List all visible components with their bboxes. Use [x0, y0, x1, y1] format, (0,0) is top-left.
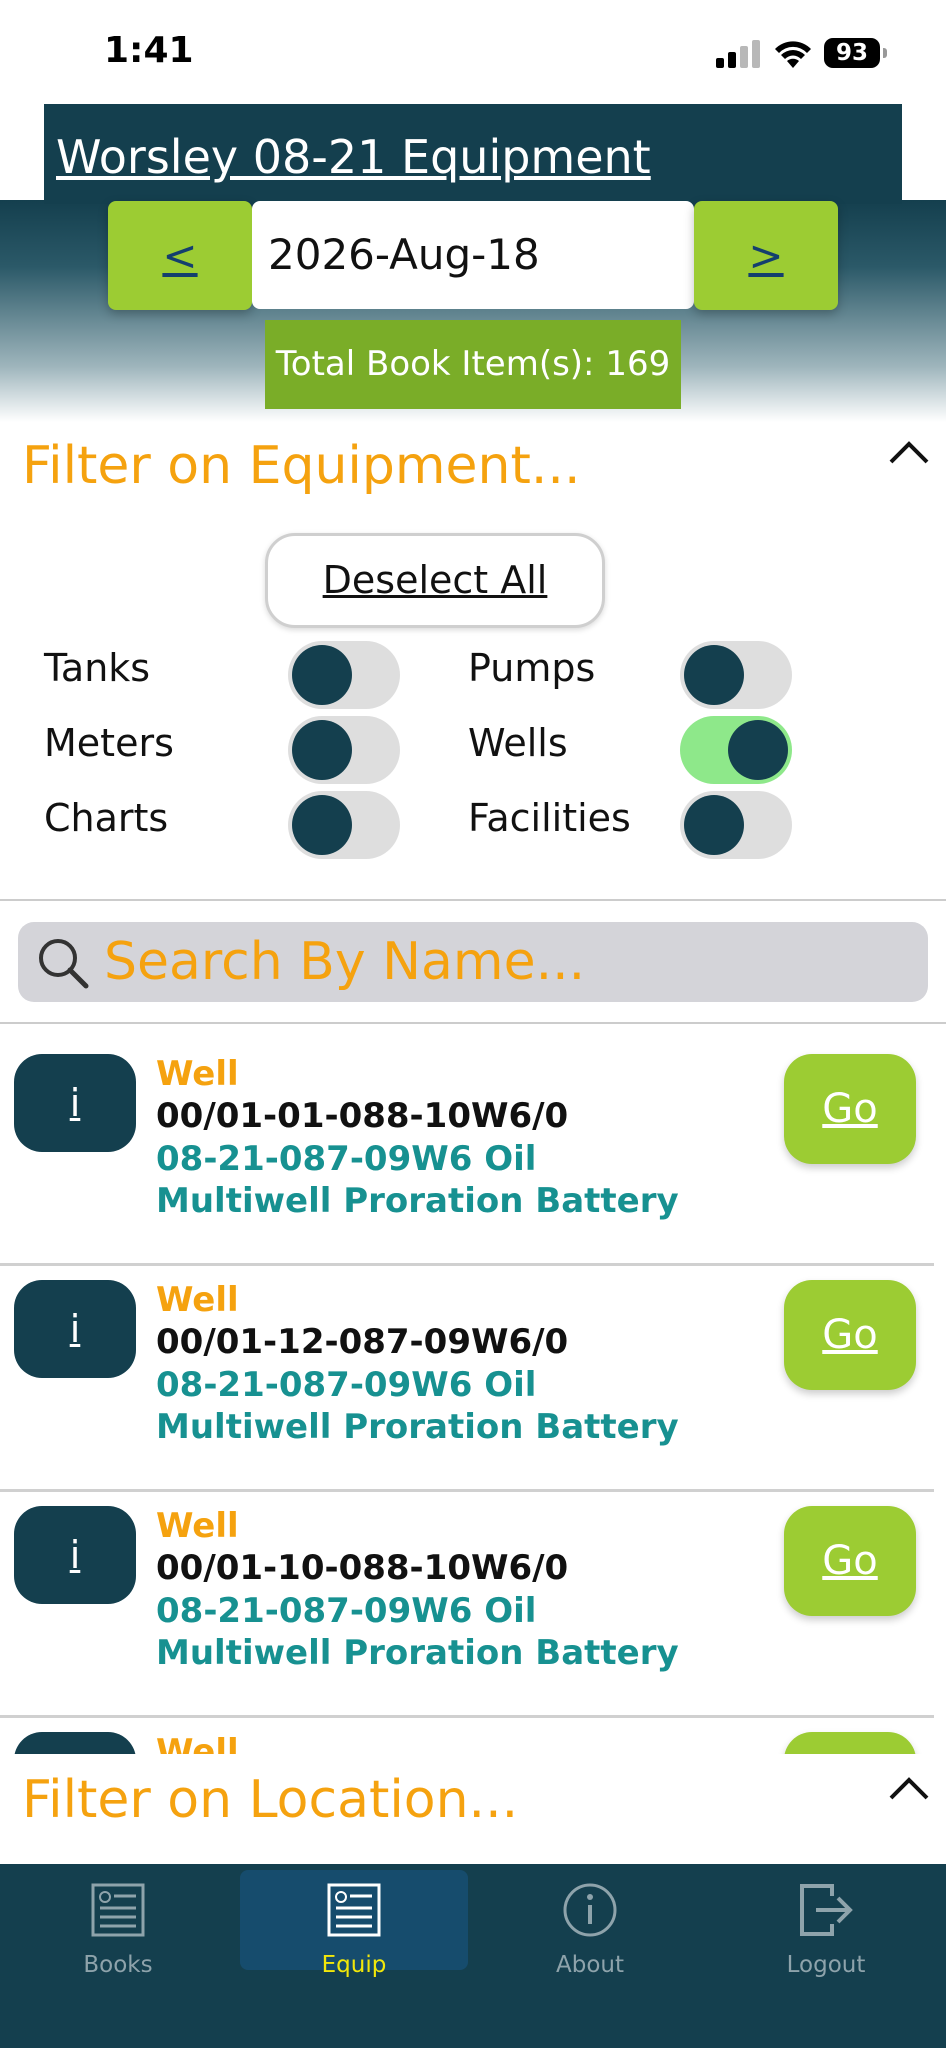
tab-label: Books — [83, 1952, 153, 1978]
toggle-knob — [292, 645, 352, 705]
item-type: Well — [156, 1280, 239, 1320]
status-bar: 1:41 93 — [0, 0, 946, 104]
wells-toggle[interactable] — [680, 716, 792, 784]
location-filter-title[interactable]: Filter on Location... — [22, 1770, 518, 1830]
tab-label: About — [555, 1952, 624, 1978]
pumps-toggle[interactable] — [680, 641, 792, 709]
info-label: i — [69, 1533, 81, 1577]
go-button[interactable]: Go — [784, 1280, 916, 1390]
next-date-label: > — [748, 231, 784, 280]
divider — [0, 899, 946, 901]
title-bar: Worsley 08-21 Equipment — [44, 104, 902, 204]
books-icon — [91, 1883, 145, 1937]
toggle-knob — [728, 720, 788, 780]
tab-label: Equip — [321, 1952, 387, 1978]
next-date-button[interactable]: > — [694, 201, 838, 310]
list-item: i Well 00/01-10-088-10W6/0 08-21-087-09W… — [0, 1492, 946, 1718]
search-box[interactable] — [18, 922, 928, 1002]
tab-about[interactable]: About — [476, 1870, 704, 1978]
search-icon — [39, 939, 89, 989]
facilities-toggle[interactable] — [680, 791, 792, 859]
info-label: i — [69, 1307, 81, 1351]
battery-indicator: 93 — [824, 38, 887, 68]
go-button[interactable]: Go — [784, 1732, 916, 1754]
info-button[interactable]: i — [14, 1732, 136, 1754]
search-input[interactable] — [104, 922, 904, 1002]
tab-label: Logout — [786, 1952, 866, 1978]
chevron-up-icon[interactable] — [888, 432, 930, 474]
list-item: i Well 00/01-12-087-09W6/0 08-21-087-09W… — [0, 1266, 946, 1492]
toggle-label-facilities: Facilities — [468, 796, 631, 840]
tab-logout[interactable]: Logout — [712, 1870, 940, 1978]
toggle-label-tanks: Tanks — [44, 646, 151, 690]
toggle-label-wells: Wells — [468, 721, 568, 765]
tab-books[interactable]: Books — [4, 1870, 232, 1978]
item-name: 00/01-10-088-10W6/0 — [156, 1548, 569, 1588]
previous-date-button[interactable]: < — [108, 201, 252, 310]
go-button[interactable]: Go — [784, 1506, 916, 1616]
equip-icon — [327, 1883, 381, 1937]
item-name: 00/01-12-087-09W6/0 — [156, 1322, 569, 1362]
total-items-badge: Total Book Item(s): 169 — [265, 320, 681, 409]
item-location: 08-21-087-09W6 Oil Multiwell Proration B… — [156, 1591, 679, 1673]
go-label: Go — [822, 1312, 878, 1358]
info-label: i — [69, 1081, 81, 1125]
logout-icon — [800, 1884, 853, 1936]
equipment-list[interactable]: i Well 00/01-01-088-10W6/0 08-21-087-09W… — [0, 1026, 946, 1754]
charts-toggle[interactable] — [288, 791, 400, 859]
chevron-up-icon[interactable] — [888, 1768, 930, 1810]
info-button[interactable]: i — [14, 1280, 136, 1378]
item-type: Well — [156, 1732, 239, 1754]
toggle-label-charts: Charts — [44, 796, 169, 840]
toggle-label-meters: Meters — [44, 721, 174, 765]
list-item: i Well Go — [0, 1718, 946, 1754]
list-item: i Well 00/01-01-088-10W6/0 08-21-087-09W… — [0, 1040, 946, 1266]
info-button[interactable]: i — [14, 1506, 136, 1604]
divider — [0, 1022, 946, 1024]
go-button[interactable]: Go — [784, 1054, 916, 1164]
item-location: 08-21-087-09W6 Oil Multiwell Proration B… — [156, 1365, 679, 1447]
item-type: Well — [156, 1054, 239, 1094]
page-title[interactable]: Worsley 08-21 Equipment — [56, 130, 651, 184]
date-field[interactable]: 2026-Aug-18 — [252, 201, 694, 309]
toggle-knob — [292, 795, 352, 855]
info-icon — [563, 1883, 617, 1937]
item-name: 00/01-01-088-10W6/0 — [156, 1096, 569, 1136]
info-button[interactable]: i — [14, 1054, 136, 1152]
toggle-knob — [684, 645, 744, 705]
equipment-filter-title[interactable]: Filter on Equipment... — [22, 436, 580, 496]
wifi-icon — [775, 41, 811, 68]
go-label: Go — [822, 1086, 878, 1132]
tab-bar: Books Equip About Logout — [0, 1864, 946, 2048]
previous-date-label: < — [162, 231, 198, 280]
go-label: Go — [822, 1538, 878, 1584]
tab-equip[interactable]: Equip — [240, 1870, 468, 1978]
tanks-toggle[interactable] — [288, 641, 400, 709]
item-type: Well — [156, 1506, 239, 1546]
cellular-signal-icon — [716, 40, 762, 68]
toggle-knob — [684, 795, 744, 855]
status-time: 1:41 — [104, 30, 194, 71]
meters-toggle[interactable] — [288, 716, 400, 784]
deselect-all-label: Deselect All — [322, 558, 548, 602]
toggle-knob — [292, 720, 352, 780]
item-location: 08-21-087-09W6 Oil Multiwell Proration B… — [156, 1139, 679, 1221]
deselect-all-button[interactable]: Deselect All — [265, 533, 605, 628]
toggle-label-pumps: Pumps — [468, 646, 596, 690]
